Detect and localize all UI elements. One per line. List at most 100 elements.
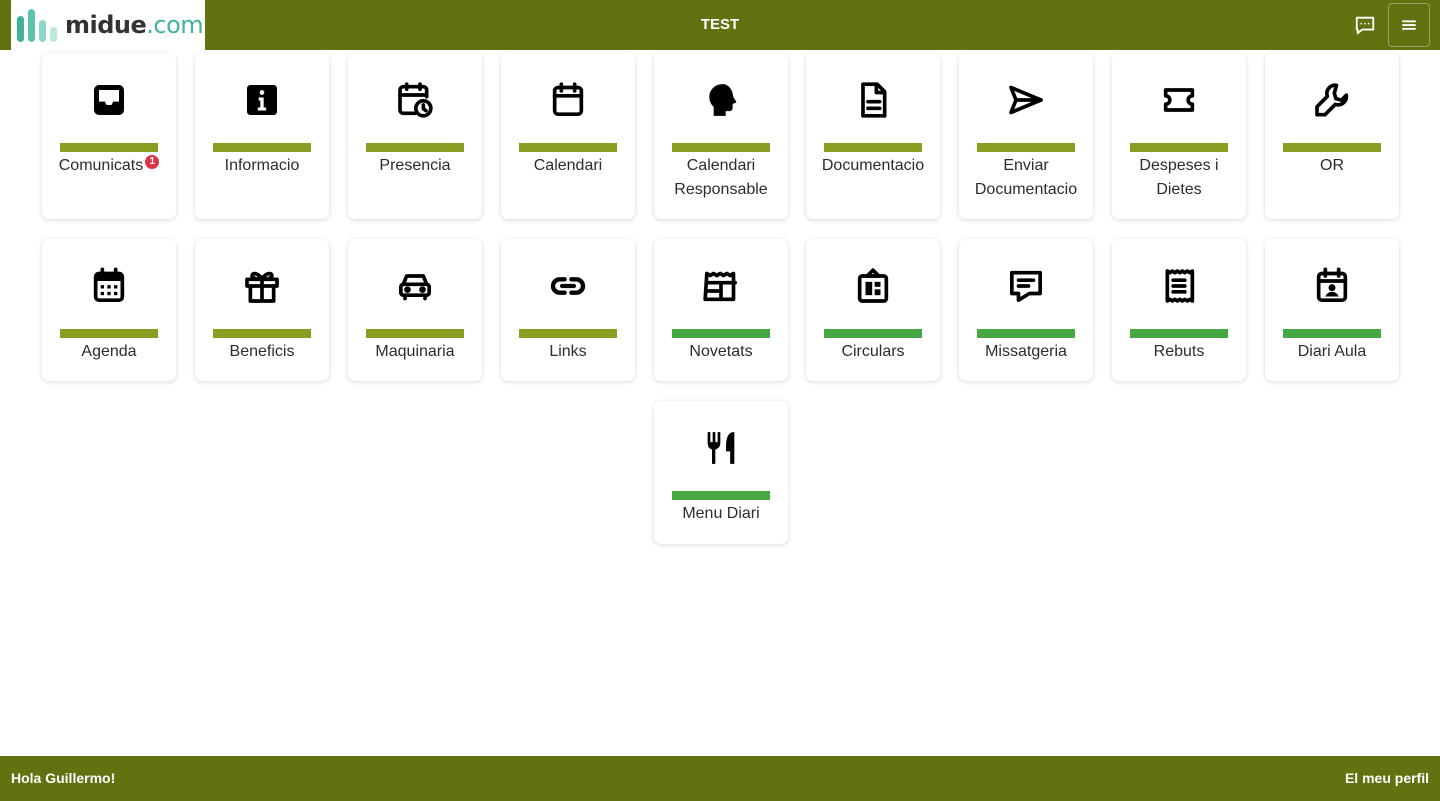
tile-despeses-i-dietes[interactable]: Despeses i Dietes xyxy=(1112,53,1246,219)
tile-label-text: Despeses i Dietes xyxy=(1139,157,1219,198)
tile-enviar-documentacio[interactable]: Enviar Documentacio xyxy=(959,53,1093,219)
logo-text: midue.com xyxy=(65,11,204,39)
logo-bar xyxy=(50,26,57,42)
calendar-clock-icon xyxy=(395,80,435,120)
notice-board-icon xyxy=(853,266,893,306)
logo[interactable]: midue.com xyxy=(11,0,205,50)
tile-label: Calendari xyxy=(505,154,631,178)
tile-accent-bar xyxy=(1283,329,1381,338)
tile-accent-bar xyxy=(60,143,158,152)
logo-bar xyxy=(17,15,24,42)
tile-circulars[interactable]: Circulars xyxy=(806,239,940,381)
tile-accent-bar xyxy=(1283,143,1381,152)
tile-label: Agenda xyxy=(46,340,172,364)
tile-or[interactable]: OR xyxy=(1265,53,1399,219)
calendar-person-icon xyxy=(1312,266,1352,306)
tile-accent-bar xyxy=(1130,143,1228,152)
tile-missatgeria[interactable]: Missatgeria xyxy=(959,239,1093,381)
tile-label: Links xyxy=(505,340,631,364)
tile-informacio[interactable]: Informacio xyxy=(195,53,329,219)
tile-label: Beneficis xyxy=(199,340,325,364)
tile-accent-bar xyxy=(213,143,311,152)
tile-label-text: Documentacio xyxy=(821,157,925,174)
tile-label: Comunicats 1 xyxy=(46,154,172,178)
tile-documentacio[interactable]: Documentacio xyxy=(806,53,940,219)
ticket-icon xyxy=(1159,80,1199,120)
tile-calendari-responsable[interactable]: Calendari Responsable xyxy=(654,53,788,219)
tile-label: Rebuts xyxy=(1116,340,1242,364)
tile-comunicats[interactable]: Comunicats 1 xyxy=(42,53,176,219)
tile-accent-bar xyxy=(977,329,1075,338)
page-title: TEST xyxy=(700,16,740,33)
logo-suffix: .com xyxy=(146,11,204,39)
tile-accent-bar xyxy=(824,329,922,338)
tile-rebuts[interactable]: Rebuts xyxy=(1112,239,1246,381)
tile-accent-bar xyxy=(977,143,1075,152)
tile-accent-bar xyxy=(672,329,770,338)
tile-label: Menu Diari xyxy=(658,502,784,526)
tile-presencia[interactable]: Presencia xyxy=(348,53,482,219)
link-icon xyxy=(548,266,588,306)
head-profile-icon xyxy=(701,80,741,120)
tile-novetats[interactable]: Novetats xyxy=(654,239,788,381)
wrench-icon xyxy=(1312,80,1352,120)
tile-label: Enviar Documentacio xyxy=(963,154,1089,202)
tile-accent-bar xyxy=(213,329,311,338)
tile-calendari[interactable]: Calendari xyxy=(501,53,635,219)
tile-label: OR xyxy=(1269,154,1395,178)
tile-label: Despeses i Dietes xyxy=(1116,154,1242,202)
tile-accent-bar xyxy=(60,329,158,338)
news-icon xyxy=(701,266,741,306)
tile-maquinaria[interactable]: Maquinaria xyxy=(348,239,482,381)
calendar-icon xyxy=(548,80,588,120)
tile-label-text: Diari Aula xyxy=(1297,343,1367,360)
car-icon xyxy=(395,266,435,306)
tile-label-text: Agenda xyxy=(81,343,137,360)
gift-icon xyxy=(242,266,282,306)
tile-label: Calendari Responsable xyxy=(658,154,784,202)
tile-label: Circulars xyxy=(810,340,936,364)
logo-name: midue xyxy=(65,11,147,39)
footer-bar: Hola Guillermo! El meu perfil xyxy=(0,756,1440,801)
fork-knife-icon xyxy=(701,428,741,468)
tile-label-text: Links xyxy=(549,343,587,360)
tile-accent-bar xyxy=(672,143,770,152)
tile-label-text: Beneficis xyxy=(229,343,295,360)
tile-label: Diari Aula xyxy=(1269,340,1395,364)
calendar-grid-icon xyxy=(89,266,129,306)
tile-label-text: Enviar Documentacio xyxy=(974,157,1078,198)
send-icon xyxy=(1006,80,1046,120)
tile-label-text: Informacio xyxy=(224,157,300,174)
tile-accent-bar xyxy=(824,143,922,152)
tile-label-text: Rebuts xyxy=(1153,343,1205,360)
tile-accent-bar xyxy=(519,329,617,338)
message-icon xyxy=(1006,266,1046,306)
tile-beneficis[interactable]: Beneficis xyxy=(195,239,329,381)
document-icon xyxy=(853,80,893,120)
tile-accent-bar xyxy=(519,143,617,152)
tile-menu-diari[interactable]: Menu Diari xyxy=(654,401,788,544)
tile-links[interactable]: Links xyxy=(501,239,635,381)
hamburger-menu-icon xyxy=(1402,20,1416,30)
tile-label-text: Comunicats xyxy=(58,157,144,174)
tile-diari-aula[interactable]: Diari Aula xyxy=(1265,239,1399,381)
notification-badge: 1 xyxy=(145,155,160,169)
chat-button[interactable] xyxy=(1351,11,1379,39)
greeting-text: Hola Guillermo! xyxy=(11,770,116,786)
tile-accent-bar xyxy=(1130,329,1228,338)
tile-label-text: OR xyxy=(1320,157,1344,174)
tile-agenda[interactable]: Agenda xyxy=(42,239,176,381)
tile-accent-bar xyxy=(366,329,464,338)
menu-button[interactable] xyxy=(1388,3,1430,47)
tile-label-text: Maquinaria xyxy=(375,343,455,360)
tile-accent-bar xyxy=(366,143,464,152)
tile-label: Novetats xyxy=(658,340,784,364)
chat-icon xyxy=(1355,16,1375,35)
my-profile-link[interactable]: El meu perfil xyxy=(1345,756,1429,801)
logo-bar xyxy=(28,8,35,42)
tile-label: Presencia xyxy=(352,154,478,178)
top-bar: midue.com TEST xyxy=(0,0,1440,50)
tile-label: Informacio xyxy=(199,154,325,178)
tile-label-text: Novetats xyxy=(689,343,753,360)
logo-bar xyxy=(39,19,46,42)
